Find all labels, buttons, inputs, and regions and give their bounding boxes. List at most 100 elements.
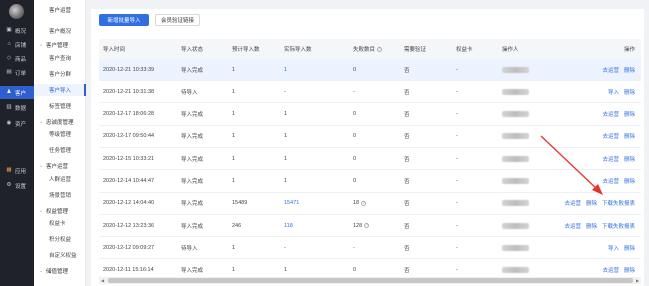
need-verify: 否 bbox=[404, 67, 410, 74]
action-link[interactable]: 去运营 bbox=[602, 155, 619, 163]
action-link[interactable]: 删除 bbox=[586, 222, 597, 230]
fail-count: 18? bbox=[353, 200, 367, 207]
store-avatar[interactable] bbox=[9, 4, 24, 19]
submenu-item-2-0[interactable]: 人群运营 bbox=[34, 173, 86, 185]
submenu-item-overview[interactable]: 客户概况 bbox=[34, 25, 86, 37]
actual-count: 1 bbox=[284, 133, 288, 140]
table-row: 2020-12-12 13:23:36 导入完成 246 118 128? 否 - 去运营 删除… bbox=[99, 215, 641, 238]
submenu-item-3-0[interactable]: 权益卡 bbox=[34, 217, 86, 229]
redacted-operator bbox=[502, 111, 529, 118]
action-link[interactable]: 删除 bbox=[624, 88, 635, 96]
scroll-thumb[interactable] bbox=[108, 278, 633, 283]
table-row: 2020-12-21 10:31:38 待导入 1 - - 否 - 导入 删除 bbox=[99, 81, 641, 104]
nav-item-order[interactable]: ▤ 订单 bbox=[0, 66, 34, 79]
actual-count: - bbox=[284, 244, 286, 251]
import-time: 2020-12-17 18:06:28 bbox=[103, 111, 155, 118]
help-icon[interactable]: ? bbox=[361, 200, 367, 206]
nav-item-goods[interactable]: ◇ 商品 bbox=[0, 52, 34, 65]
submenu-label: 权益卡 bbox=[49, 221, 66, 227]
operator bbox=[502, 171, 529, 192]
import-status: 导入完成 bbox=[181, 179, 204, 185]
action-link[interactable]: 下载失败报表 bbox=[602, 222, 635, 230]
action-link[interactable]: 下载失败报表 bbox=[602, 199, 635, 207]
action-link[interactable]: 去运营 bbox=[602, 132, 619, 140]
submenu-item-0-2[interactable]: 客户导入 bbox=[34, 83, 86, 96]
submenu-label: 标签管理 bbox=[49, 103, 72, 110]
nav-item-data[interactable]: ▥ 数据 bbox=[0, 101, 34, 114]
submenu-item-0-0[interactable]: 客户查询 bbox=[34, 52, 86, 64]
submenu-item-2-1[interactable]: 场景营销 bbox=[34, 189, 86, 201]
table-header: 导入时间 导入状态 预计导入数 实际导入数 失败数目? 需要验证 权益卡 操作人… bbox=[99, 39, 641, 59]
action-link[interactable]: 去运营 bbox=[602, 110, 619, 118]
actual-count: 1 bbox=[284, 155, 288, 162]
action-link[interactable]: 删除 bbox=[624, 177, 635, 185]
action-link[interactable]: 去运营 bbox=[602, 266, 619, 274]
add-batch-import-button[interactable]: 新增批量导入 bbox=[99, 14, 149, 26]
submenu-label: 忠诚度管理 bbox=[46, 119, 74, 126]
action-link[interactable]: 去运营 bbox=[564, 222, 581, 230]
import-status: 导入完成 bbox=[181, 67, 204, 74]
action-link[interactable]: 去运营 bbox=[602, 66, 619, 74]
action-link[interactable]: 删除 bbox=[586, 199, 597, 207]
action-link[interactable]: 删除 bbox=[624, 155, 635, 163]
redacted-operator bbox=[502, 66, 529, 73]
submenu-item-3-1[interactable]: 积分权益 bbox=[34, 233, 86, 245]
operator bbox=[502, 59, 529, 80]
import-time: 2020-12-21 10:31:38 bbox=[103, 88, 155, 95]
action-link[interactable]: 删除 bbox=[624, 244, 635, 252]
submenu-item-0-3[interactable]: 标签管理 bbox=[34, 100, 86, 112]
nav-item-settings[interactable]: ⚙ 设置 bbox=[0, 179, 34, 192]
action-link[interactable]: 导入 bbox=[608, 88, 619, 96]
member-verify-link-button[interactable]: 会员验证链接 bbox=[155, 14, 200, 26]
action-link[interactable]: 去运营 bbox=[602, 177, 619, 185]
col-actual: 实际导入数 bbox=[284, 47, 312, 53]
submenu-item-3-2[interactable]: 自定义权益 bbox=[34, 249, 86, 261]
nav-item-customer[interactable]: ♟ 客户 bbox=[0, 86, 34, 99]
submenu-group-1[interactable]: ⌄ 忠诚度管理 bbox=[34, 116, 86, 128]
fail-count: 0 bbox=[353, 66, 357, 73]
submenu-group-3[interactable]: ⌄ 权益管理 bbox=[34, 205, 86, 217]
fail-count: - bbox=[353, 88, 355, 95]
nav-item-label: 数据 bbox=[15, 105, 27, 112]
actual-count[interactable]: 15471 bbox=[284, 193, 299, 214]
estimated-count: 15489 bbox=[232, 200, 248, 207]
nav-item-assets[interactable]: ◉ 资产 bbox=[0, 117, 34, 130]
help-icon[interactable]: ? bbox=[364, 223, 370, 229]
submenu-label: 客户运营 bbox=[49, 8, 72, 14]
import-status: 导入完成 bbox=[181, 134, 204, 141]
submenu-item-1-1[interactable]: 任务管理 bbox=[34, 144, 86, 156]
table-row: 2020-12-12 09:09:27 待导入 1 - - 否 - 导入 删除 bbox=[99, 237, 641, 260]
help-icon[interactable]: ? bbox=[377, 46, 383, 52]
action-link[interactable]: 删除 bbox=[624, 266, 635, 274]
nav-item-apps[interactable]: ▦ 应用 bbox=[0, 164, 34, 177]
col-estimated: 预计导入数 bbox=[232, 47, 260, 53]
action-link[interactable]: 去运营 bbox=[564, 199, 581, 207]
table-row: 2020-12-17 18:06:28 导入完成 1 1 0 否 - 去运营 删除 bbox=[99, 104, 641, 126]
action-link[interactable]: 删除 bbox=[624, 110, 635, 118]
actual-count[interactable]: 118 bbox=[284, 215, 293, 236]
col-operator: 操作人 bbox=[502, 47, 519, 53]
horizontal-scrollbar[interactable]: ◀ ▶ bbox=[99, 277, 641, 284]
submenu-label: 客户运营 bbox=[46, 164, 69, 170]
nav-item-overview[interactable]: ▣ 概况 bbox=[0, 24, 34, 37]
submenu-group-0[interactable]: ⌄ 客户管理 bbox=[34, 39, 86, 51]
nav-item-store[interactable]: ⌂ 店铺 bbox=[0, 38, 34, 51]
scroll-left-icon[interactable]: ◀ bbox=[99, 277, 106, 284]
nav-item-label: 店铺 bbox=[15, 42, 27, 49]
action-link[interactable]: 删除 bbox=[624, 132, 635, 140]
order-icon: ▤ bbox=[6, 68, 12, 75]
redacted-operator bbox=[502, 133, 529, 140]
actual-count[interactable]: 1 bbox=[284, 59, 287, 80]
nav-item-label: 客户 bbox=[15, 90, 27, 97]
rights-card: - bbox=[456, 200, 458, 207]
row-actions: 去运营 删除 bbox=[597, 171, 635, 192]
submenu-group-2[interactable]: ⌄ 客户运营 bbox=[34, 160, 86, 172]
row-actions: 去运营 删除 bbox=[597, 126, 635, 147]
submenu-item-1-0[interactable]: 等级管理 bbox=[34, 128, 86, 140]
scroll-right-icon[interactable]: ▶ bbox=[634, 277, 641, 284]
action-link[interactable]: 删除 bbox=[624, 66, 635, 74]
actual-count: 1 bbox=[284, 111, 288, 118]
submenu-group-4[interactable]: ⌄ 储值管理 bbox=[34, 265, 86, 277]
submenu-item-0-1[interactable]: 客户分群 bbox=[34, 68, 86, 80]
action-link[interactable]: 导入 bbox=[608, 244, 619, 252]
